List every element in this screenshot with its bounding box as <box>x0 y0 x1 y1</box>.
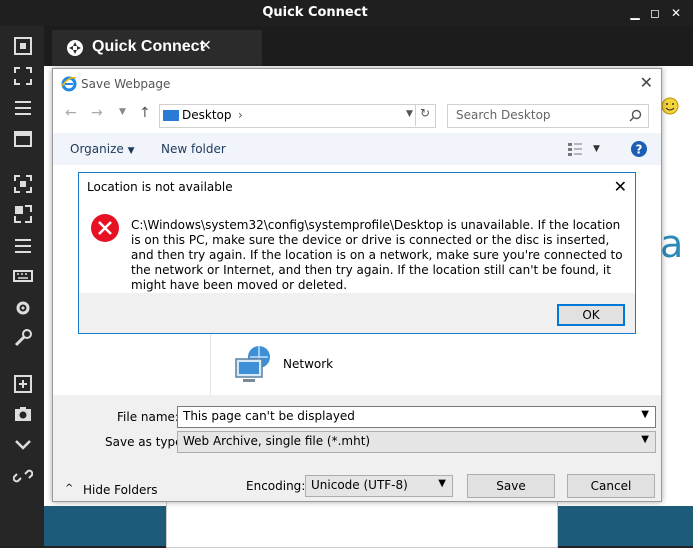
error-icon <box>91 214 119 242</box>
encoding-select[interactable]: Unicode (UTF-8) ▼ <box>305 475 453 497</box>
tab-close-icon[interactable]: ✕ <box>200 38 212 54</box>
scale-icon[interactable] <box>13 204 33 224</box>
error-close-icon[interactable]: ✕ <box>614 177 627 196</box>
organize-label: Organize <box>70 142 124 156</box>
desktop-icon <box>163 110 179 121</box>
dialog-close-icon[interactable]: ✕ <box>640 73 653 92</box>
maximize-button[interactable]: ◻ <box>646 4 664 22</box>
save-button[interactable]: Save <box>467 474 555 498</box>
new-folder-button[interactable]: New folder <box>161 142 226 156</box>
settings-icon[interactable] <box>13 298 33 318</box>
error-message: C:\Windows\system32\config\systemprofile… <box>131 218 623 292</box>
error-title: Location is not available <box>87 180 233 194</box>
chevron-up-icon[interactable]: ^ <box>65 483 73 494</box>
hide-folders-button[interactable]: Hide Folders <box>83 483 158 497</box>
address-dropdown-icon[interactable]: ▼ <box>406 109 413 119</box>
up-icon[interactable]: ↑ <box>139 105 151 121</box>
organize-menu[interactable]: Organize ▼ <box>70 142 135 156</box>
file-name-field[interactable]: This page can't be displayed ▼ <box>177 406 656 428</box>
tab-label: Quick Connect <box>92 38 205 55</box>
quick-connect-icon[interactable] <box>13 36 33 56</box>
pane-divider <box>210 325 211 395</box>
file-name-label: File name: <box>117 410 179 424</box>
new-session-icon[interactable] <box>13 374 33 394</box>
search-icon <box>629 109 642 122</box>
wrench-icon[interactable] <box>13 328 33 348</box>
error-titlebar: Location is not available ✕ <box>79 173 635 201</box>
save-as-type-select[interactable]: Web Archive, single file (*.mht) ▼ <box>177 431 656 453</box>
close-button[interactable]: ✕ <box>667 4 685 22</box>
save-as-type-value: Web Archive, single file (*.mht) <box>183 434 371 448</box>
view-options-icon[interactable] <box>567 141 583 157</box>
app-titlebar: Quick Connect ▁ ◻ ✕ <box>0 0 693 26</box>
tab-bar: Quick Connect ✕ <box>44 26 693 66</box>
background-partial-text: a <box>660 222 684 266</box>
dialog-footer: File name: This page can't be displayed … <box>53 395 661 501</box>
search-placeholder: Search Desktop <box>456 108 551 122</box>
refresh-icon: ↻ <box>420 106 431 120</box>
keyboard-icon[interactable] <box>13 266 33 286</box>
recent-locations-icon[interactable]: ▼ <box>119 107 126 117</box>
network-icon[interactable] <box>233 343 277 387</box>
screen-select-icon[interactable] <box>13 174 33 194</box>
view-dropdown-icon[interactable]: ▼ <box>593 144 600 154</box>
camera-icon[interactable] <box>13 404 33 424</box>
file-name-value: This page can't be displayed <box>183 409 355 423</box>
breadcrumb-chevron-icon[interactable]: › <box>238 108 243 122</box>
minimize-button[interactable]: ▁ <box>626 4 644 22</box>
background-card <box>166 500 558 548</box>
save-as-type-dropdown-icon: ▼ <box>641 434 649 445</box>
disconnect-icon[interactable] <box>13 466 33 486</box>
dialog-title: Save Webpage <box>81 77 171 91</box>
forward-icon[interactable]: → <box>91 105 103 121</box>
file-name-dropdown-icon[interactable]: ▼ <box>641 409 649 420</box>
encoding-dropdown-icon: ▼ <box>438 478 446 489</box>
fullscreen-icon[interactable] <box>13 66 33 86</box>
encoding-label: Encoding: <box>246 479 306 493</box>
organize-chevron-icon: ▼ <box>127 146 135 156</box>
internet-explorer-icon <box>61 76 77 92</box>
app-title: Quick Connect <box>262 5 368 20</box>
encoding-value: Unicode (UTF-8) <box>311 478 408 492</box>
sidebar <box>0 26 44 546</box>
chevron-down-icon[interactable] <box>13 434 33 454</box>
svg-text:?: ? <box>636 143 643 157</box>
window-icon[interactable] <box>13 129 33 149</box>
back-icon[interactable]: ← <box>65 105 77 121</box>
address-bar[interactable]: Desktop › ▼ <box>159 104 436 128</box>
address-location: Desktop <box>182 108 232 122</box>
background-page <box>660 66 693 506</box>
location-error-dialog: Location is not available ✕ C:\Windows\s… <box>78 172 636 334</box>
search-input[interactable]: Search Desktop <box>447 104 649 128</box>
ok-button[interactable]: OK <box>557 304 625 326</box>
network-label[interactable]: Network <box>283 357 333 371</box>
quick-connect-logo-icon <box>67 40 83 56</box>
list-icon[interactable] <box>13 236 33 256</box>
menu-icon[interactable] <box>13 98 33 118</box>
cancel-button[interactable]: Cancel <box>567 474 655 498</box>
refresh-button[interactable]: ↻ <box>415 104 436 126</box>
save-as-type-label: Save as type: <box>105 435 187 449</box>
error-body: C:\Windows\system32\config\systemprofile… <box>79 201 635 293</box>
smiley-icon <box>661 97 679 115</box>
tab-quick-connect[interactable]: Quick Connect ✕ <box>52 30 262 66</box>
help-icon[interactable]: ? <box>630 140 648 158</box>
command-bar: Organize ▼ New folder ▼ ? <box>53 133 661 166</box>
